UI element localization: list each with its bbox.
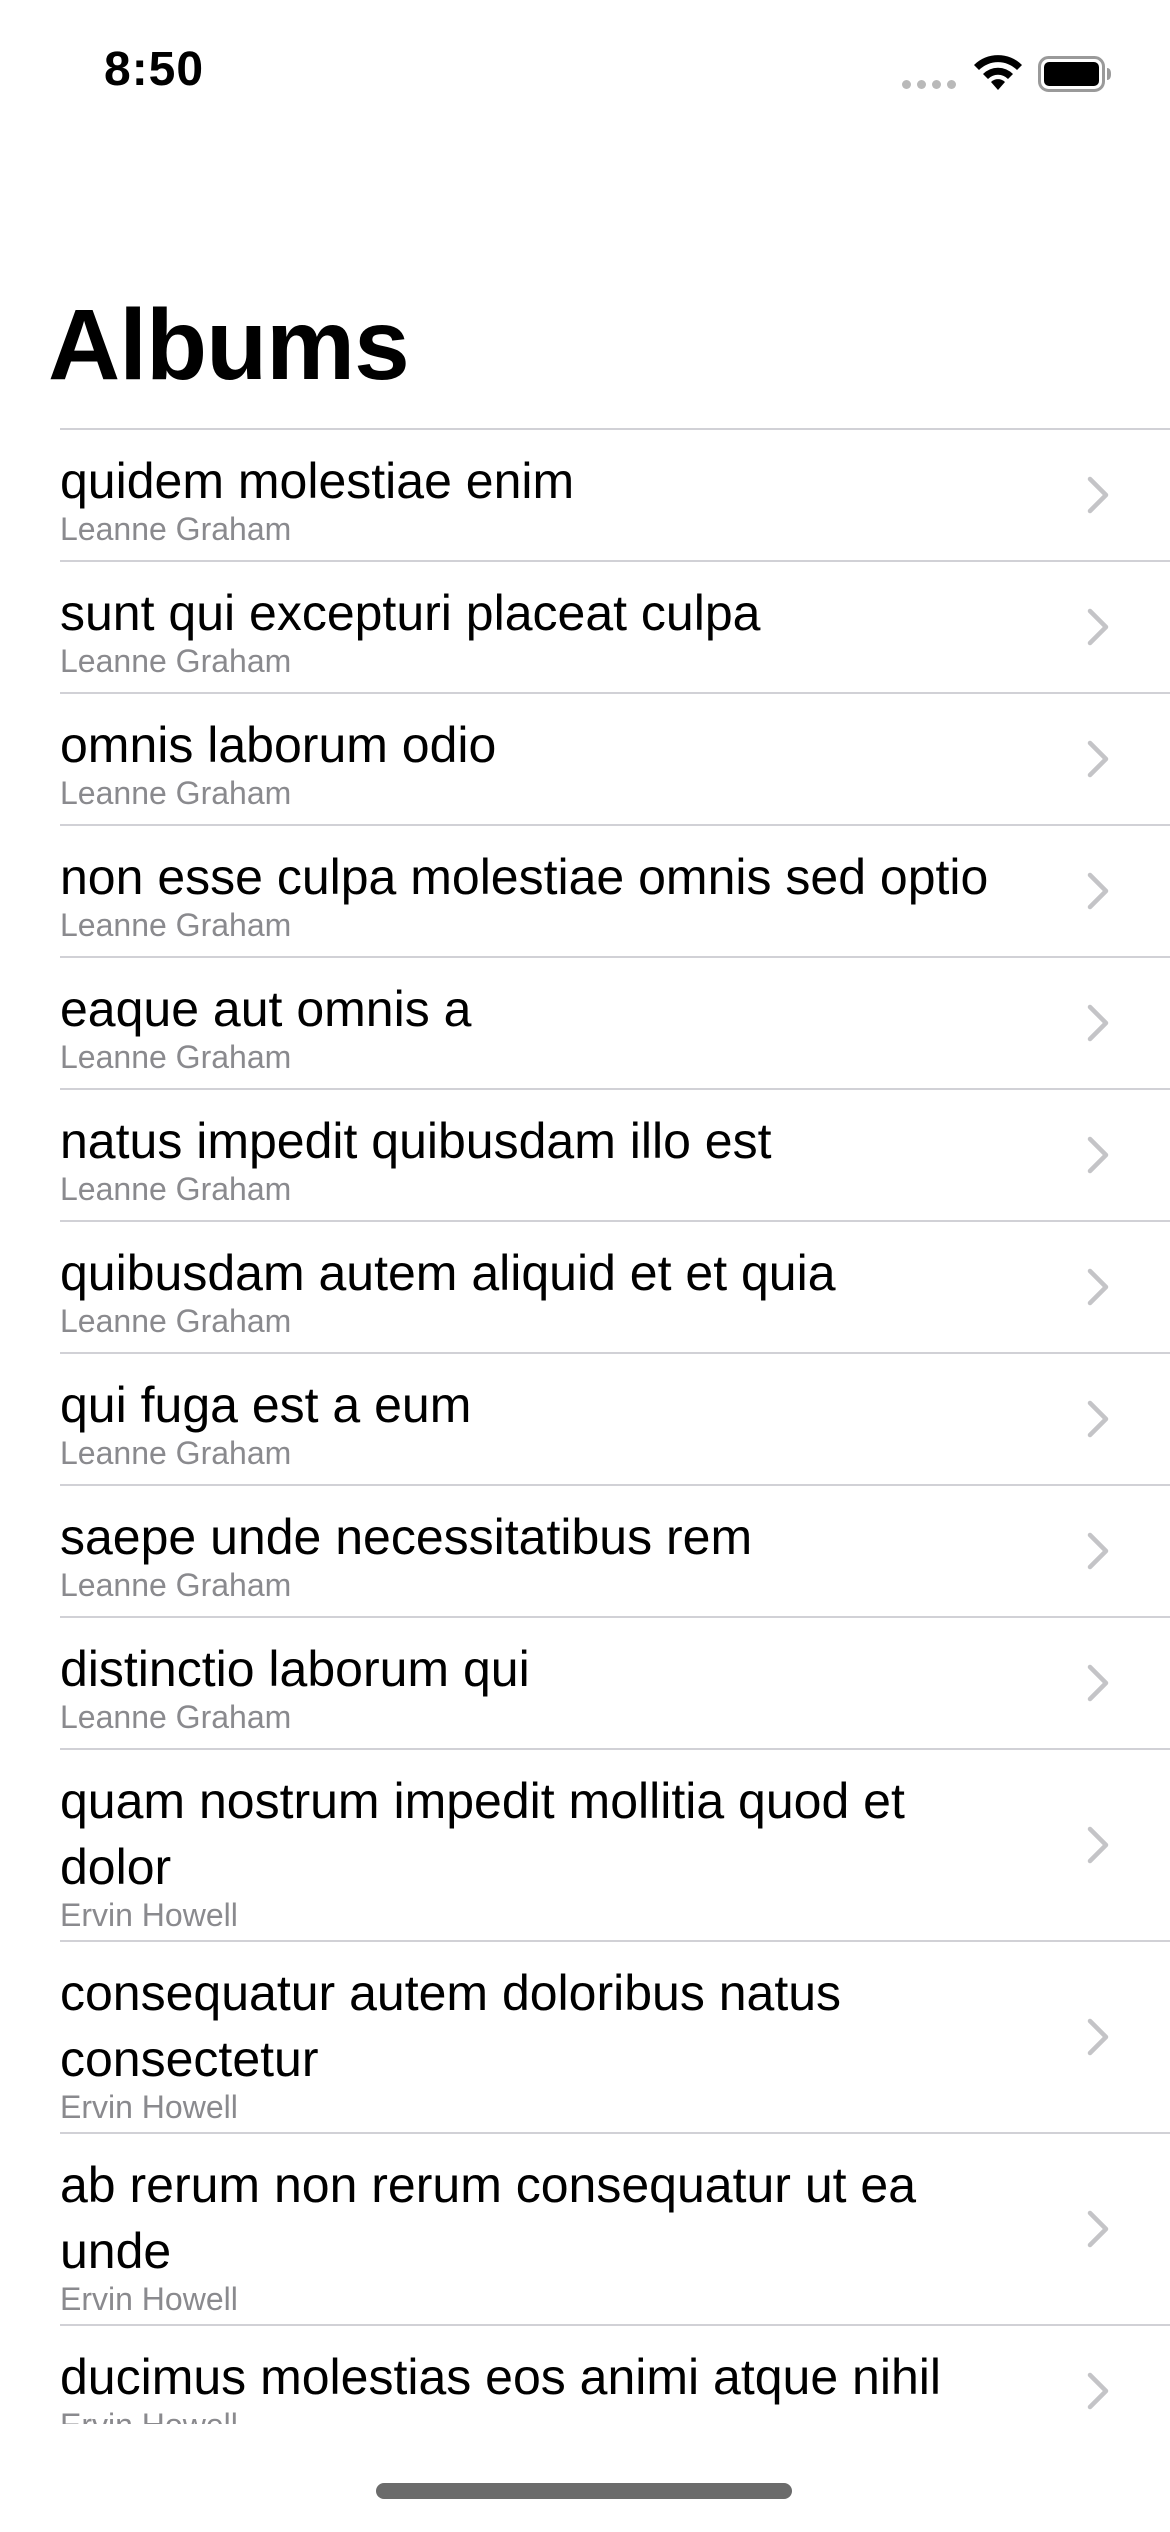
album-artist: Ervin Howell (60, 2089, 238, 2125)
album-artist: Ervin Howell (60, 2281, 238, 2317)
wifi-icon (974, 55, 1022, 90)
album-row[interactable]: qui fuga est a eum Leanne Graham (60, 1352, 1170, 1484)
album-artist: Leanne Graham (60, 1303, 292, 1339)
album-row[interactable]: saepe unde necessitatibus rem Leanne Grah… (60, 1484, 1170, 1616)
chevron-right-icon (1086, 2371, 1110, 2411)
album-title: distinctio laborum qui (60, 1641, 530, 1697)
home-indicator[interactable] (376, 2483, 792, 2499)
album-artist: Leanne Graham (60, 1699, 292, 1735)
album-row[interactable]: sunt qui excepturi placeat culpa Leanne G… (60, 560, 1170, 692)
album-artist: Ervin Howell (60, 1897, 238, 1933)
album-row[interactable]: quibusdam autem aliquid et et quia Leanne… (60, 1220, 1170, 1352)
album-title: qui fuga est a eum (60, 1377, 472, 1433)
album-title: omnis laborum odio (60, 717, 497, 773)
album-row[interactable]: consequatur autem doloribus natus consec… (60, 1940, 1170, 2132)
chevron-right-icon (1086, 2209, 1110, 2249)
album-row[interactable]: distinctio laborum qui Leanne Graham (60, 1616, 1170, 1748)
album-artist: Leanne Graham (60, 643, 292, 679)
album-title: saepe unde necessitatibus rem (60, 1509, 753, 1565)
battery-icon (1038, 56, 1111, 92)
page-title: Albums (48, 289, 410, 401)
album-title: consequatur autem doloribus natus consec… (60, 1965, 842, 2087)
album-title: ducimus molestias eos animi atque nihil (60, 2349, 941, 2405)
albums-list: quidem molestiae enim Leanne Graham sunt q… (0, 428, 1170, 2424)
album-row[interactable]: ab rerum non rerum consequatur ut ea und… (60, 2132, 1170, 2324)
chevron-right-icon (1086, 1135, 1110, 1175)
chevron-right-icon (1086, 475, 1110, 515)
album-title: ab rerum non rerum consequatur ut ea und… (60, 2157, 917, 2279)
album-row[interactable]: omnis laborum odio Leanne Graham (60, 692, 1170, 824)
chevron-right-icon (1086, 739, 1110, 779)
album-artist: Leanne Graham (60, 1435, 292, 1471)
album-row[interactable]: quam nostrum impedit mollitia quod et do… (60, 1748, 1170, 1940)
album-artist: Leanne Graham (60, 511, 292, 547)
chevron-right-icon (1086, 1825, 1110, 1865)
chevron-right-icon (1086, 1663, 1110, 1703)
album-row[interactable]: natus impedit quibusdam illo est Leanne G… (60, 1088, 1170, 1220)
album-artist: Leanne Graham (60, 775, 292, 811)
chevron-right-icon (1086, 1399, 1110, 1439)
chevron-right-icon (1086, 2017, 1110, 2057)
album-row[interactable]: eaque aut omnis a Leanne Graham (60, 956, 1170, 1088)
album-title: non esse culpa molestiae omnis sed optio (60, 849, 989, 905)
album-artist: Leanne Graham (60, 1171, 292, 1207)
chevron-right-icon (1086, 1003, 1110, 1043)
album-title: quidem molestiae enim (60, 453, 575, 509)
album-artist: Leanne Graham (60, 1567, 292, 1603)
chevron-right-icon (1086, 1267, 1110, 1307)
album-artist: Leanne Graham (60, 1039, 292, 1075)
album-artist: Leanne Graham (60, 907, 292, 943)
chevron-right-icon (1086, 607, 1110, 647)
chevron-right-icon (1086, 1531, 1110, 1571)
album-title: quibusdam autem aliquid et et quia (60, 1245, 836, 1301)
status-time: 8:50 (104, 43, 205, 96)
chevron-right-icon (1086, 871, 1110, 911)
album-title: sunt qui excepturi placeat culpa (60, 585, 761, 641)
cellular-signal-icon (902, 80, 958, 90)
album-title: natus impedit quibusdam illo est (60, 1113, 772, 1169)
album-title: quam nostrum impedit mollitia quod et do… (60, 1773, 905, 1895)
album-row[interactable]: quidem molestiae enim Leanne Graham (60, 428, 1170, 560)
album-row[interactable]: ducimus molestias eos animi atque nihilE… (60, 2324, 1170, 2424)
status-bar: 8:50 (0, 0, 1170, 144)
album-row[interactable]: non esse culpa molestiae omnis sed optio… (60, 824, 1170, 956)
album-title: eaque aut omnis a (60, 981, 472, 1037)
